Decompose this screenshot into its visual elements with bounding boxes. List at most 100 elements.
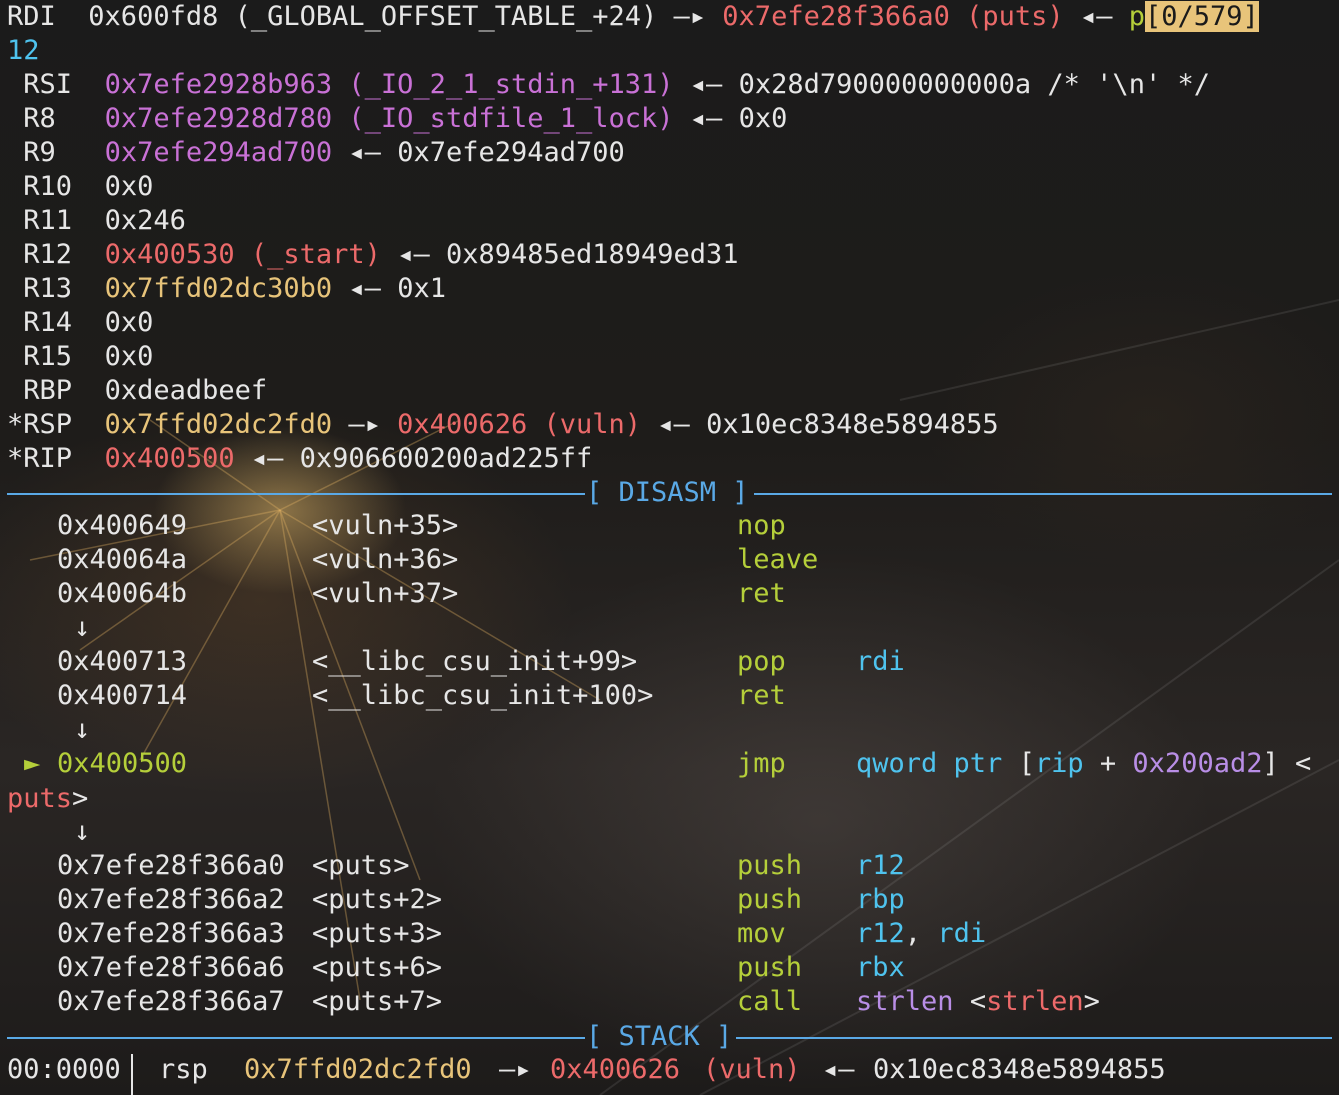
register-name: RBP [23,375,73,406]
deref-arrow: ◂— [1079,1,1113,32]
stack-offset: 00:0000 [7,1054,121,1085]
register-value: 0x7efe2928d780 [104,103,333,134]
register-value: 0x400500 [104,443,235,474]
disasm-section-title: [ DISASM ] [586,477,749,508]
deref-value: 0x1 [397,273,446,304]
register-rsi: RSI 0x7efe2928b963 (_IO_2_1_stdin_+131) … [7,68,1210,102]
deref-arrow: ◂— [250,443,284,474]
register-value: 0x0 [104,341,154,372]
register-symbol: (_start) [250,239,381,270]
operand-angle: > [1083,986,1100,1017]
stack-separator-right [736,1037,1332,1039]
register-r13: R13 0x7ffd02dc30b0 ◂— 0x1 [7,272,446,306]
deref-arrow: ◂— [348,137,381,168]
register-name: R13 [23,273,73,304]
stack-column-divider [131,1054,133,1095]
instruction-symbol: <__libc_csu_init+100> [312,680,654,711]
register-value: 0x7ffd02dc2fd0 [104,409,333,440]
stack-separator-left [7,1037,585,1039]
deref-value: 0x10ec8348e5894855 [873,1054,1166,1085]
register-rip: *RIP 0x400500 ◂— 0x906600200ad225ff [7,442,592,476]
pointer-arrow: —▸ [673,1,707,32]
register-r15: R15 0x0 [7,340,153,374]
register-symbol: (_IO_stdfile_1_lock) [348,103,674,134]
disasm-separator-right [754,493,1332,495]
operand-bracket: [ [1018,748,1035,779]
instruction-mnemonic: ret [737,680,786,711]
register-name: *RSP [7,409,73,440]
deref-value: 0x10ec8348e5894855 [706,409,999,440]
instruction-symbol: <puts> [312,850,410,881]
register-symbol: (_GLOBAL_OFFSET_TABLE_+24) [234,1,658,32]
instruction-address: 0x40064b [57,578,188,609]
instruction-symbol: <vuln+35> [312,510,459,541]
deref-arrow: ◂— [657,409,690,440]
pointer-target: 0x400626 [550,1054,681,1085]
operand-angle: < [1295,748,1312,779]
register-value: 0x400530 [104,239,235,270]
instruction-address: 0x40064a [57,544,188,575]
operand-angle: > [72,783,89,814]
operand-immediate: 0x200ad2 [1132,748,1263,779]
register-name: R14 [23,307,73,338]
register-name: R8 [23,103,56,134]
register-r8: R8 0x7efe2928d780 (_IO_stdfile_1_lock) ◂… [7,102,787,136]
pointer-target: 0x7efe28f366a0 [722,1,950,32]
current-instruction-marker-icon: ► [24,748,41,779]
flow-down-arrow-icon: ↓ [74,816,91,847]
stack-section-title: [ STACK ] [586,1021,733,1052]
register-name: R10 [23,171,73,202]
register-value: 0x7ffd02dc30b0 [104,273,333,304]
register-rbp: RBP 0xdeadbeef [7,374,267,408]
instruction-mnemonic: ret [737,578,786,609]
register-name: R9 [23,137,56,168]
stack-register-label: rsp [159,1054,208,1085]
operand-register: rdi [937,918,987,949]
register-symbol: (_IO_2_1_stdin_+131) [348,69,674,100]
pointer-target-symbol: (puts) [966,1,1064,32]
operand-size: qword ptr [856,748,1003,779]
register-r12: R12 0x400530 (_start) ◂— 0x89485ed18949e… [7,238,738,272]
instruction-operand: qword ptr [rip + 0x200ad2] < [856,748,1311,779]
instruction-address: 0x7efe28f366a0 [57,850,285,881]
deref-arrow: ◂— [689,69,723,100]
instruction-mnemonic: push [737,884,803,915]
deref-value: 0x7efe294ad700 [397,137,625,168]
register-value: 0x7efe294ad700 [104,137,333,168]
instruction-mnemonic: nop [737,510,786,541]
deref-arrow: ◂— [689,103,723,134]
register-rsp: *RSP 0x7ffd02dc2fd0 —▸ 0x400626 (vuln) ◂… [7,408,999,442]
wrapped-text: 12 [7,35,40,66]
instruction-address: 0x400714 [57,680,188,711]
deref-arrow: ◂— [822,1054,855,1085]
register-name: *RIP [7,443,73,474]
instruction-mnemonic: leave [737,544,819,575]
instruction-address: 0x7efe28f366a3 [57,918,285,949]
register-value: 0xdeadbeef [104,375,268,406]
instruction-symbol: <puts+3> [312,918,443,949]
instruction-address: 0x400500 [57,748,188,779]
register-value: 0x0 [104,171,154,202]
instruction-operand: rbx [856,952,905,983]
instruction-symbol: <puts+2> [312,884,443,915]
register-name: R11 [23,205,73,236]
instruction-address: 0x400713 [57,646,188,677]
pager-indicator: [0/579] [1145,1,1259,32]
instruction-symbol: <vuln+37> [312,578,459,609]
call-target: strlen [856,986,954,1017]
flow-down-arrow-icon: ↓ [74,612,91,643]
register-r11: R11 0x246 [7,204,186,238]
operand-bracket: ] [1262,748,1279,779]
pointer-arrow: —▸ [348,409,381,440]
instruction-mnemonic: pop [737,646,786,677]
register-rdi: RDI 0x600fd8 (_GLOBAL_OFFSET_TABLE_+24) … [7,0,1259,34]
instruction-address: 0x7efe28f366a6 [57,952,285,983]
target-symbol: puts [7,783,73,814]
pointer-target-symbol: (vuln) [703,1054,801,1085]
register-value: 0x600fd8 [88,1,219,32]
instruction-mnemonic: mov [737,918,786,949]
deref-value: 0x906600200ad225ff [299,443,593,474]
register-value: 0x0 [104,307,154,338]
instruction-address: 0x7efe28f366a2 [57,884,285,915]
pointer-target-symbol: (vuln) [543,409,642,440]
